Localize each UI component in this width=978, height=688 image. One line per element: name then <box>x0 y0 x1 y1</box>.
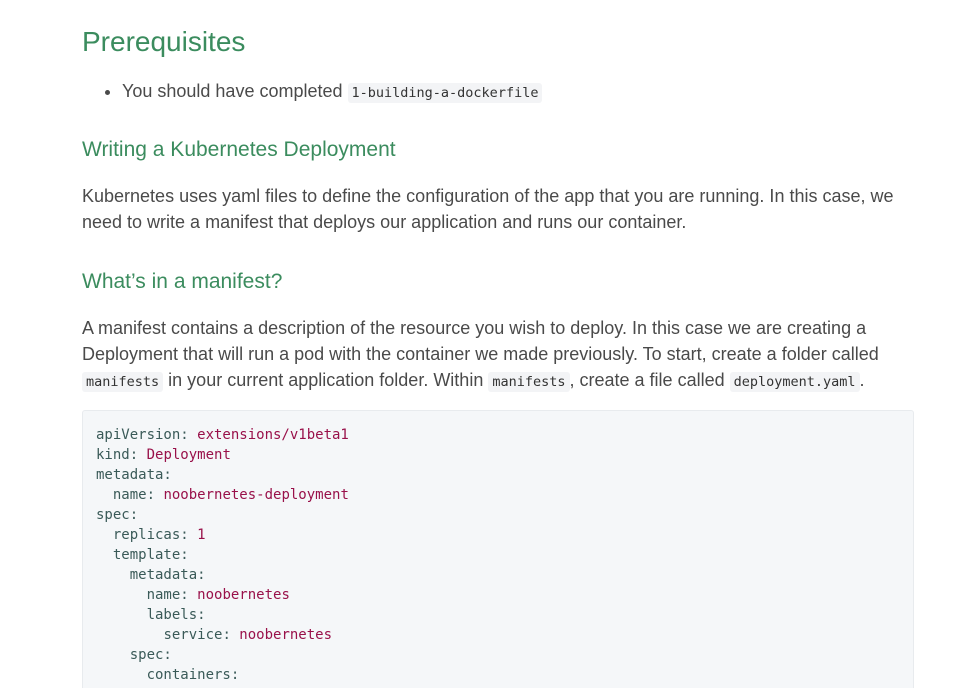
code-block[interactable]: apiVersion: extensions/v1beta1 kind: Depl… <box>82 410 914 688</box>
code-key: apiVersion: <box>96 427 189 443</box>
inline-code-deployment-yaml: deployment.yaml <box>729 372 860 392</box>
code-line: apiVersion: extensions/v1beta1 <box>96 425 900 445</box>
code-key: service: <box>163 627 231 643</box>
code-key: metadata: <box>129 567 206 583</box>
code-key: template: <box>112 547 189 563</box>
code-key: kind: <box>96 447 139 463</box>
code-line: labels: <box>96 605 900 625</box>
document-page: Prerequisites You should have completed … <box>0 0 978 688</box>
paragraph-kubernetes-yaml: Kubernetes uses yaml files to define the… <box>82 186 894 232</box>
code-line: metadata: <box>96 465 900 485</box>
code-line: spec: <box>96 505 900 525</box>
code-key: containers: <box>146 667 240 683</box>
section-heading-writing-deployment: Writing a Kubernetes Deployment <box>82 138 396 161</box>
code-key: spec: <box>96 507 139 523</box>
code-line: service: noobernetes <box>96 625 900 645</box>
code-value: noobernetes-deployment <box>155 487 349 503</box>
inline-code-manifests: manifests <box>488 372 570 392</box>
prerequisites-list: You should have completed 1-building-a-d… <box>82 78 543 106</box>
code-value: noobernetes <box>230 627 333 643</box>
code-key: spec: <box>129 647 172 663</box>
code-key: metadata: <box>96 467 172 483</box>
code-line: spec: <box>96 645 900 665</box>
paragraph-text: , create a file called <box>569 370 725 390</box>
code-value: Deployment <box>138 447 231 463</box>
inline-code-manifests: manifests <box>82 372 164 392</box>
code-line: metadata: <box>96 565 900 585</box>
paragraph-manifest-description: A manifest contains a description of the… <box>82 315 912 395</box>
code-key: name: <box>112 487 156 503</box>
code-key: labels: <box>146 607 206 623</box>
code-line: kind: Deployment <box>96 445 900 465</box>
code-value: extensions/v1beta1 <box>188 427 349 443</box>
code-line: name: noobernetes <box>96 585 900 605</box>
code-value: noobernetes <box>188 587 290 603</box>
inline-code: 1-building-a-dockerfile <box>347 83 543 103</box>
code-line: name: noobernetes-deployment <box>96 485 900 505</box>
section-heading-whats-in-manifest: What’s in a manifest? <box>82 270 283 293</box>
code-line: template: <box>96 545 900 565</box>
paragraph-text: in your current application folder. With… <box>168 370 484 390</box>
code-line: containers: <box>96 665 900 685</box>
code-key: replicas: <box>112 527 189 543</box>
code-line: replicas: 1 <box>96 525 900 545</box>
paragraph-text: A manifest contains a description of the… <box>82 318 879 364</box>
prereq-text: You should have completed <box>122 81 343 101</box>
code-key: name: <box>146 587 189 603</box>
page-title: Prerequisites <box>82 26 246 57</box>
list-item: You should have completed 1-building-a-d… <box>122 78 543 106</box>
code-value: 1 <box>188 527 206 543</box>
paragraph-text: . <box>859 370 865 390</box>
